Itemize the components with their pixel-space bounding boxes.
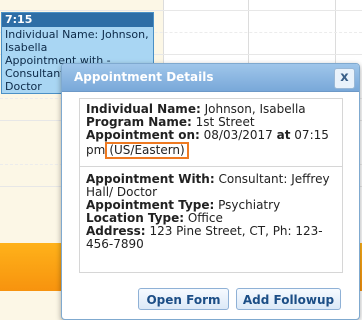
appointment-type-value: Psychiatry — [218, 198, 281, 212]
appointment-with-label: Appointment With: — [86, 172, 215, 186]
individual-name-label: Individual Name: — [86, 102, 201, 116]
add-followup-button[interactable]: Add Followup — [236, 288, 341, 310]
event-line: Isabella — [5, 41, 48, 54]
appointment-time: 07:15 — [294, 128, 329, 142]
program-name-value: 1st Street — [195, 115, 255, 129]
appointment-info-panel: Individual Name: Johnson, Isabella Progr… — [79, 98, 343, 273]
appointment-details-dialog: Appointment Details x Individual Name: J… — [61, 63, 360, 320]
location-type-label: Location Type: — [86, 211, 185, 225]
address-row-cont: 456-7890 — [86, 238, 336, 251]
appointment-with-value: Consultant: Jeffrey — [218, 172, 330, 186]
event-time: 7:15 — [2, 13, 153, 27]
location-type-value: Office — [187, 211, 223, 225]
appointment-on-row: Appointment on: 08/03/2017 at 07:15 — [86, 129, 336, 142]
address-label: Address: — [86, 224, 146, 238]
appointment-date: 08/03/2017 — [203, 128, 273, 142]
program-name-label: Program Name: — [86, 115, 192, 129]
address-value: 123 Pine Street, CT, Ph: 123- — [149, 224, 323, 238]
event-line: Individual Name: Johnson, — [5, 28, 149, 41]
appointment-on-label: Appointment on: — [86, 128, 200, 142]
open-form-button[interactable]: Open Form — [138, 288, 229, 310]
timezone-badge: (US/Eastern) — [105, 142, 189, 159]
section-divider — [80, 166, 342, 167]
close-button[interactable]: x — [334, 68, 355, 89]
dialog-title: Appointment Details — [62, 64, 359, 92]
appointment-ampm-row: pm (US/Eastern) — [86, 142, 336, 159]
address-value-cont: 456-7890 — [86, 237, 144, 251]
at-label: at — [276, 128, 291, 142]
appointment-type-label: Appointment Type: — [86, 198, 215, 212]
appointment-with-value-cont: Hall/ Doctor — [86, 185, 158, 199]
individual-name-value: Johnson, Isabella — [204, 102, 306, 116]
calendar-row-line — [0, 10, 362, 11]
appointment-ampm: pm — [86, 143, 106, 157]
